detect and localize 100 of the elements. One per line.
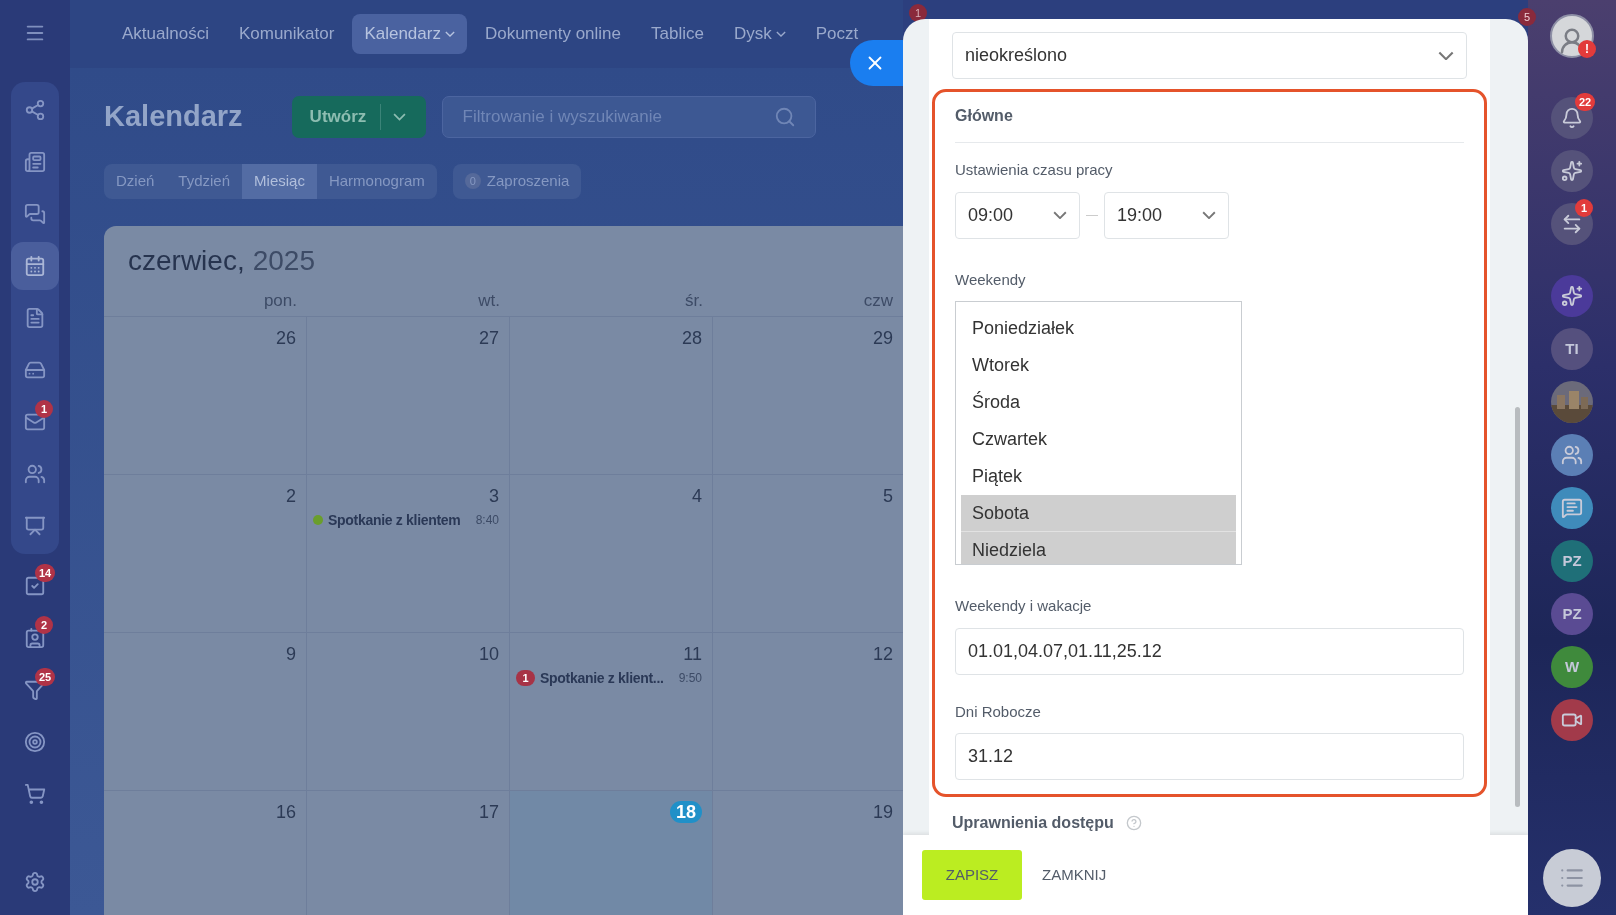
day-cell[interactable]: 5 <box>713 474 903 632</box>
create-label[interactable]: Utwórz <box>291 104 382 130</box>
people-icon <box>24 463 46 485</box>
initials-avatar[interactable]: W <box>1551 646 1593 688</box>
view-tab[interactable]: Tydzień <box>166 163 243 199</box>
people-icon <box>1561 444 1583 466</box>
sidebar-item[interactable] <box>11 242 59 290</box>
listbox-option[interactable]: Czwartek <box>961 421 1236 458</box>
field-label: Dni Robocze <box>955 701 1042 722</box>
user-avatar[interactable]: ! <box>1550 14 1594 58</box>
search-icon[interactable] <box>773 105 796 128</box>
caret-icon <box>444 31 455 37</box>
view-tab[interactable]: Miesiąc <box>242 163 317 199</box>
day-number: 16 <box>275 800 296 823</box>
count-badge: 22 <box>1575 93 1596 111</box>
section-title: Główne <box>955 92 1464 143</box>
icon-button[interactable] <box>1551 487 1593 529</box>
view-tab[interactable]: Dzień <box>104 163 167 199</box>
icon-button[interactable] <box>1551 434 1593 476</box>
bell-icon <box>1561 107 1583 129</box>
nav-tab[interactable]: Aktualności <box>110 14 221 54</box>
workdays-field[interactable]: 31.12 <box>955 733 1464 780</box>
view-tab[interactable]: Harmonogram <box>316 163 437 199</box>
day-cell[interactable]: 2 <box>104 474 307 632</box>
day-cell[interactable]: 16 <box>104 790 307 915</box>
day-number: 29 <box>872 326 893 349</box>
sidebar-item[interactable]: 1 <box>11 398 59 446</box>
document-icon <box>24 307 46 329</box>
nav-tab[interactable]: Dysk <box>721 14 798 54</box>
caret-icon <box>1053 210 1067 220</box>
event-entry[interactable]: 1 Spotkanie z klient... 9:50 <box>516 667 702 689</box>
count-badge: 25 <box>35 668 56 686</box>
listbox-option[interactable]: Niedziela <box>961 532 1236 564</box>
weekend-listbox[interactable]: Poniedziałek Wtorek Środa Czwartek Piątek Sobota Niedziela <box>955 301 1242 565</box>
chat-icon <box>24 203 46 225</box>
sparkle-icon <box>1561 285 1583 307</box>
listbox-option[interactable]: Środa <box>961 384 1236 421</box>
day-number: 19 <box>872 800 893 823</box>
time-select[interactable]: 09:00 <box>955 191 1080 239</box>
event-time: 8:40 <box>475 512 499 529</box>
initials-avatar[interactable]: PZ <box>1551 540 1593 582</box>
listbox-option[interactable]: Poniedziałek <box>961 310 1236 347</box>
day-cell[interactable]: 26 <box>104 316 307 474</box>
sidebar-item[interactable]: 2 <box>11 614 59 662</box>
scrollbar[interactable] <box>1515 407 1520 807</box>
sidebar-item[interactable]: 25 <box>11 666 59 714</box>
icon-button[interactable] <box>1551 275 1593 317</box>
nav-tab[interactable]: Tablice <box>639 14 716 54</box>
time-select[interactable]: 19:00 <box>1104 191 1229 239</box>
save-button[interactable]: ZAPISZ <box>922 850 1022 900</box>
icon-button[interactable] <box>1551 699 1593 741</box>
nav-tab[interactable]: Kalendarz <box>352 14 467 54</box>
close-button[interactable] <box>850 40 903 86</box>
day-cell[interactable]: 28 <box>510 316 713 474</box>
day-cell[interactable]: 12 <box>713 632 903 790</box>
contact-card-icon <box>24 627 46 649</box>
day-cell[interactable]: 18 <box>510 790 713 915</box>
day-cell[interactable]: 11 1 Spotkanie z klient... 9:50 <box>510 632 713 790</box>
day-number: 4 <box>692 484 702 507</box>
close-link[interactable]: ZAMKNIJ <box>1034 850 1115 900</box>
nav-tab[interactable]: Poczt <box>803 14 871 54</box>
alert-badge: ! <box>1578 40 1596 58</box>
weekday-label: śr. <box>685 289 703 312</box>
help-icon <box>1125 815 1142 831</box>
day-cell[interactable]: 10 <box>307 632 510 790</box>
day-cell[interactable]: 19 <box>713 790 903 915</box>
settings-icon[interactable] <box>24 871 46 893</box>
holidays-field[interactable]: 01.01,04.07,01.11,25.12 <box>955 627 1464 675</box>
mail-icon <box>24 411 46 433</box>
page-title: Kalendarz <box>104 99 243 134</box>
day-number: 18 <box>669 800 702 823</box>
section-title: Uprawnienia dostępu <box>952 813 1114 833</box>
event-entry[interactable]: Spotkanie z klientem 8:40 <box>313 509 499 531</box>
month-label: czerwiec, <box>128 243 245 278</box>
day-cell[interactable]: 29 <box>713 316 903 474</box>
icon-button[interactable] <box>1551 150 1593 192</box>
initials-avatar[interactable]: PZ <box>1551 593 1593 635</box>
field-label: Weekendy i wakacje <box>955 596 1093 616</box>
initials-avatar[interactable]: TI <box>1551 328 1593 370</box>
nav-tab[interactable]: Komunikator <box>226 14 347 54</box>
cart-icon <box>24 783 46 805</box>
menu-button[interactable] <box>1543 849 1601 907</box>
create-button[interactable]: Utwórz <box>291 95 426 138</box>
day-number: 10 <box>478 642 499 665</box>
type-select[interactable]: nieokreślono <box>952 32 1467 79</box>
day-number: 12 <box>872 642 893 665</box>
day-number: 28 <box>681 326 702 349</box>
caret-icon <box>393 112 407 121</box>
sidebar-item[interactable]: 14 <box>11 562 59 610</box>
listbox-option[interactable]: Piątek <box>961 458 1236 495</box>
listbox-option[interactable]: Wtorek <box>961 347 1236 384</box>
count-badge: 2 <box>35 616 53 634</box>
caret-icon <box>775 31 786 37</box>
day-cell[interactable]: 3 Spotkanie z klientem 8:40 <box>307 474 510 632</box>
day-cell[interactable]: 4 <box>510 474 713 632</box>
day-cell[interactable]: 9 <box>104 632 307 790</box>
day-number: 26 <box>275 326 296 349</box>
day-cell[interactable]: 27 <box>307 316 510 474</box>
listbox-option[interactable]: Sobota <box>961 495 1236 532</box>
nav-tab[interactable]: Dokumenty online <box>472 14 633 54</box>
